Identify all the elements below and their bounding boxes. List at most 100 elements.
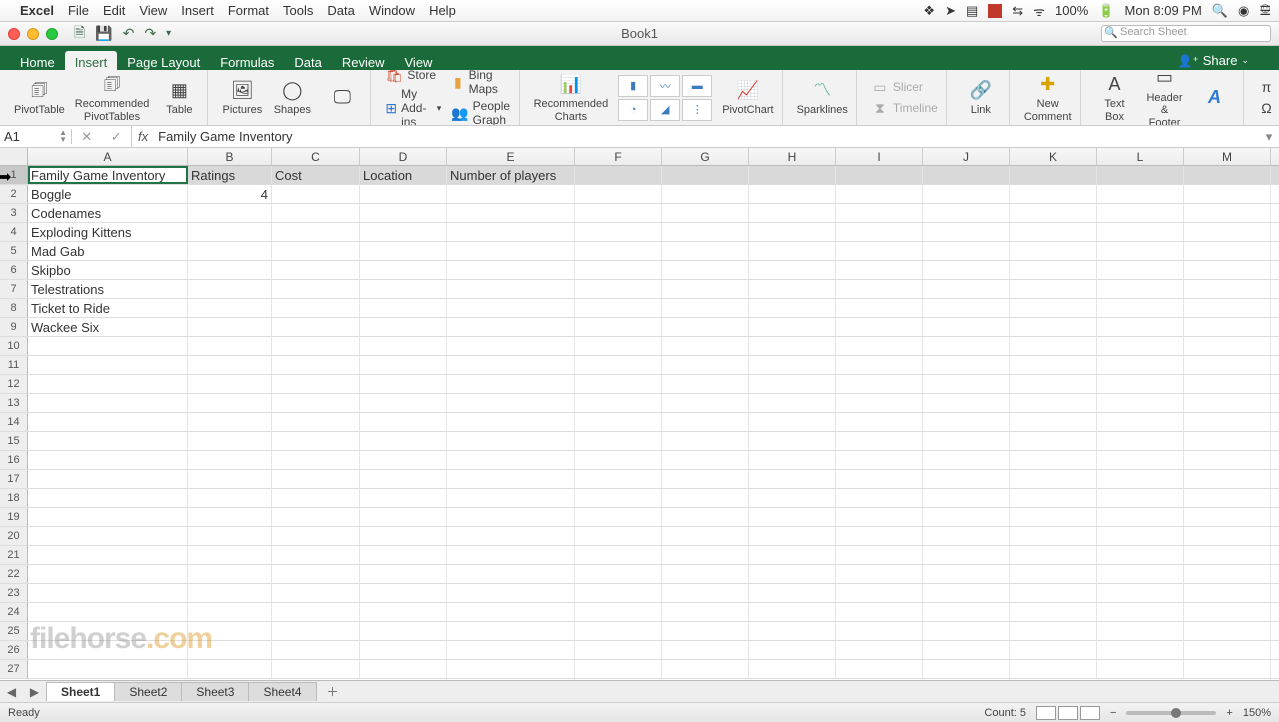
cell-F13[interactable] bbox=[575, 394, 662, 412]
cell-B8[interactable] bbox=[188, 299, 272, 317]
cell-L9[interactable] bbox=[1097, 318, 1184, 336]
cell-C10[interactable] bbox=[272, 337, 360, 355]
cell-H20[interactable] bbox=[749, 527, 836, 545]
spreadsheet-grid[interactable]: ➡ ABCDEFGHIJKLM 1Family Game InventoryRa… bbox=[0, 148, 1279, 680]
cell-B27[interactable] bbox=[188, 660, 272, 678]
cell-M18[interactable] bbox=[1184, 489, 1271, 507]
cell-J6[interactable] bbox=[923, 261, 1010, 279]
bing-maps-button[interactable]: ▮Bing Maps bbox=[451, 70, 510, 96]
cell-M8[interactable] bbox=[1184, 299, 1271, 317]
cell-F7[interactable] bbox=[575, 280, 662, 298]
cell-I10[interactable] bbox=[836, 337, 923, 355]
cell-H11[interactable] bbox=[749, 356, 836, 374]
cell-F4[interactable] bbox=[575, 223, 662, 241]
cell-F2[interactable] bbox=[575, 185, 662, 203]
cell-E25[interactable] bbox=[447, 622, 575, 640]
cell-C9[interactable] bbox=[272, 318, 360, 336]
cell-H13[interactable] bbox=[749, 394, 836, 412]
row-header-8[interactable]: 8 bbox=[0, 299, 28, 317]
cell-G14[interactable] bbox=[662, 413, 749, 431]
cell-K27[interactable] bbox=[1010, 660, 1097, 678]
cell-A27[interactable] bbox=[28, 660, 188, 678]
minimize-button[interactable] bbox=[27, 28, 39, 40]
cell-B5[interactable] bbox=[188, 242, 272, 260]
cell-K7[interactable] bbox=[1010, 280, 1097, 298]
cell-D11[interactable] bbox=[360, 356, 447, 374]
cell-F26[interactable] bbox=[575, 641, 662, 659]
cell-M19[interactable] bbox=[1184, 508, 1271, 526]
cell-G20[interactable] bbox=[662, 527, 749, 545]
cell-M3[interactable] bbox=[1184, 204, 1271, 222]
cell-D17[interactable] bbox=[360, 470, 447, 488]
cell-H22[interactable] bbox=[749, 565, 836, 583]
menu-file[interactable]: File bbox=[68, 3, 89, 18]
cell-I16[interactable] bbox=[836, 451, 923, 469]
cell-B6[interactable] bbox=[188, 261, 272, 279]
cell-L4[interactable] bbox=[1097, 223, 1184, 241]
wifi-icon[interactable]: ᯤ bbox=[1033, 2, 1045, 20]
cell-I25[interactable] bbox=[836, 622, 923, 640]
cell-F15[interactable] bbox=[575, 432, 662, 450]
cell-D5[interactable] bbox=[360, 242, 447, 260]
col-header-F[interactable]: F bbox=[575, 148, 662, 165]
cell-B14[interactable] bbox=[188, 413, 272, 431]
cell-G4[interactable] bbox=[662, 223, 749, 241]
cell-A20[interactable] bbox=[28, 527, 188, 545]
cell-H19[interactable] bbox=[749, 508, 836, 526]
cell-F20[interactable] bbox=[575, 527, 662, 545]
cell-G6[interactable] bbox=[662, 261, 749, 279]
cell-A21[interactable] bbox=[28, 546, 188, 564]
cell-A7[interactable]: Telestrations bbox=[28, 280, 188, 298]
cell-K2[interactable] bbox=[1010, 185, 1097, 203]
cell-K18[interactable] bbox=[1010, 489, 1097, 507]
select-all-corner[interactable] bbox=[0, 148, 28, 165]
cell-K13[interactable] bbox=[1010, 394, 1097, 412]
cell-D9[interactable] bbox=[360, 318, 447, 336]
row-header-10[interactable]: 10 bbox=[0, 337, 28, 355]
sparklines-button[interactable]: 〽Sparklines bbox=[797, 78, 848, 116]
cell-I2[interactable] bbox=[836, 185, 923, 203]
row-header-15[interactable]: 15 bbox=[0, 432, 28, 450]
row-header-4[interactable]: 4 bbox=[0, 223, 28, 241]
cell-H12[interactable] bbox=[749, 375, 836, 393]
cell-E10[interactable] bbox=[447, 337, 575, 355]
row-header-25[interactable]: 25 bbox=[0, 622, 28, 640]
arrow-icon[interactable]: ➤ bbox=[945, 3, 956, 19]
cell-J16[interactable] bbox=[923, 451, 1010, 469]
doc-icon[interactable]: ▤ bbox=[966, 3, 978, 19]
cell-G13[interactable] bbox=[662, 394, 749, 412]
cell-F25[interactable] bbox=[575, 622, 662, 640]
cell-J7[interactable] bbox=[923, 280, 1010, 298]
new-comment-button[interactable]: ✚New Comment bbox=[1024, 72, 1072, 122]
cell-I24[interactable] bbox=[836, 603, 923, 621]
cell-D16[interactable] bbox=[360, 451, 447, 469]
cell-A2[interactable]: Boggle bbox=[28, 185, 188, 203]
cell-J3[interactable] bbox=[923, 204, 1010, 222]
menu-insert[interactable]: Insert bbox=[181, 3, 214, 18]
cell-M25[interactable] bbox=[1184, 622, 1271, 640]
share-button[interactable]: 👤⁺ Share ⌄ bbox=[1173, 51, 1253, 70]
cell-B11[interactable] bbox=[188, 356, 272, 374]
cell-D8[interactable] bbox=[360, 299, 447, 317]
cell-D13[interactable] bbox=[360, 394, 447, 412]
cell-M7[interactable] bbox=[1184, 280, 1271, 298]
cell-J12[interactable] bbox=[923, 375, 1010, 393]
cell-M26[interactable] bbox=[1184, 641, 1271, 659]
cell-C14[interactable] bbox=[272, 413, 360, 431]
cell-C11[interactable] bbox=[272, 356, 360, 374]
cell-L1[interactable] bbox=[1097, 166, 1184, 184]
pivottable-button[interactable]: 🗊PivotTable bbox=[14, 78, 65, 116]
cell-D22[interactable] bbox=[360, 565, 447, 583]
menu-view[interactable]: View bbox=[139, 3, 167, 18]
cell-C1[interactable]: Cost bbox=[272, 166, 360, 184]
cell-C20[interactable] bbox=[272, 527, 360, 545]
row-header-16[interactable]: 16 bbox=[0, 451, 28, 469]
row-header-22[interactable]: 22 bbox=[0, 565, 28, 583]
cell-G22[interactable] bbox=[662, 565, 749, 583]
cell-K3[interactable] bbox=[1010, 204, 1097, 222]
cell-L14[interactable] bbox=[1097, 413, 1184, 431]
cell-M4[interactable] bbox=[1184, 223, 1271, 241]
row-header-23[interactable]: 23 bbox=[0, 584, 28, 602]
cell-L13[interactable] bbox=[1097, 394, 1184, 412]
cell-J5[interactable] bbox=[923, 242, 1010, 260]
